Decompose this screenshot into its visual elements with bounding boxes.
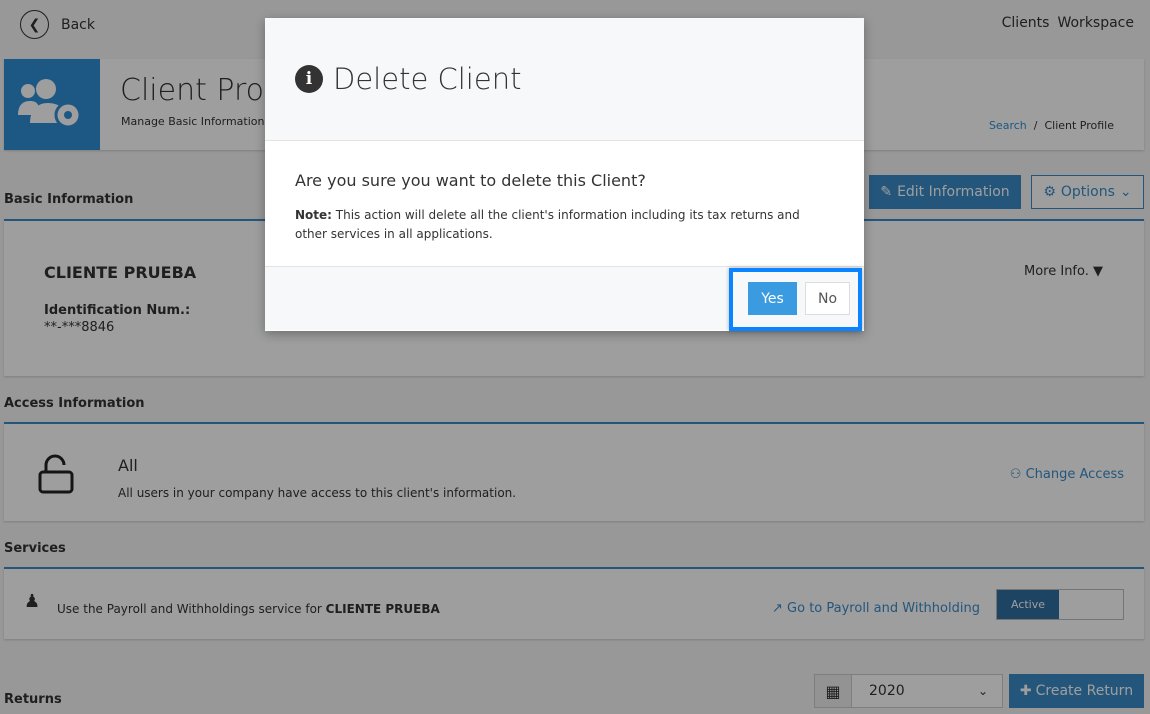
note-label: Note: bbox=[295, 208, 332, 222]
yes-button[interactable]: Yes bbox=[748, 282, 797, 315]
info-icon: i bbox=[295, 65, 323, 93]
dialog-note: Note: This action will delete all the cl… bbox=[295, 206, 834, 244]
dialog-title: Delete Client bbox=[333, 62, 522, 96]
dialog-question: Are you sure you want to delete this Cli… bbox=[295, 171, 646, 190]
note-text: This action will delete all the client's… bbox=[295, 208, 800, 241]
no-button[interactable]: No bbox=[805, 282, 850, 315]
